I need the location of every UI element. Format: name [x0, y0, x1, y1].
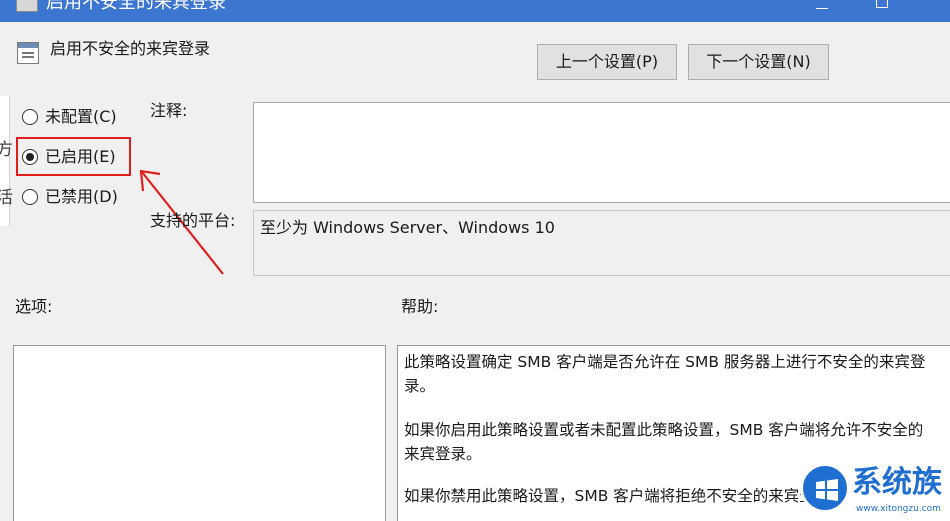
logo-circle	[800, 463, 850, 513]
radio-button[interactable]	[22, 109, 38, 125]
radio-disabled[interactable]: 已禁用(D)	[22, 185, 118, 209]
radio-label: 未配置(C)	[45, 107, 117, 126]
radio-label: 已禁用(D)	[45, 187, 118, 206]
options-label: 选项:	[15, 297, 53, 316]
minimize-icon[interactable]	[816, 8, 828, 9]
maximize-icon[interactable]	[876, 0, 888, 8]
title-bar: 启用不安全的来宾登录	[0, 0, 950, 22]
supported-platform-label: 支持的平台:	[150, 211, 236, 230]
highlight-box	[16, 137, 131, 176]
comment-label: 注释:	[150, 101, 188, 120]
supported-platform-field[interactable]: 至少为 Windows Server、Windows 10	[253, 210, 950, 276]
watermark-text: 系统族	[852, 465, 942, 500]
options-panel[interactable]	[13, 345, 386, 521]
next-setting-button[interactable]: 下一个设置(N)	[688, 44, 829, 80]
windows-logo-icon	[816, 479, 838, 501]
comment-textarea[interactable]	[253, 102, 950, 203]
policy-setting-icon	[17, 42, 39, 64]
background-window-edge: I 方 活	[0, 96, 13, 226]
policy-window-icon	[16, 0, 38, 12]
background-char: I	[0, 96, 1, 116]
radio-not-configured[interactable]: 未配置(C)	[22, 105, 117, 129]
watermark-url: www.xitongzu.com	[856, 504, 941, 514]
window-title: 启用不安全的来宾登录	[46, 0, 226, 13]
background-char: 方	[0, 140, 13, 160]
background-char: 活	[0, 188, 13, 208]
policy-name: 启用不安全的来宾登录	[50, 39, 211, 58]
site-watermark-logo: 系统族 www.xitongzu.com	[800, 463, 950, 521]
help-label: 帮助:	[401, 297, 439, 316]
previous-setting-button[interactable]: 上一个设置(P)	[537, 44, 677, 80]
help-paragraph: 如果你启用此策略设置或者未配置此策略设置，SMB 客户端将允许不安全的来宾登录。	[404, 421, 924, 463]
supported-platform-value: 至少为 Windows Server、Windows 10	[260, 218, 555, 237]
radio-button[interactable]	[22, 189, 38, 205]
help-paragraph: 此策略设置确定 SMB 客户端是否允许在 SMB 服务器上进行不安全的来宾登录。	[404, 353, 926, 395]
